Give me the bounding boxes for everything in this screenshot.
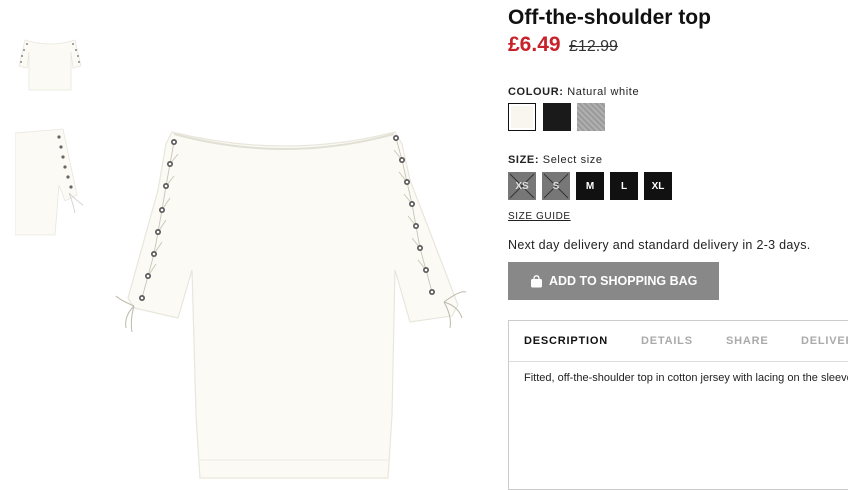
size-guide-link[interactable]: SIZE GUIDE — [508, 211, 571, 222]
thumbnail-image — [15, 128, 84, 236]
tab-delivery[interactable]: DELIVERY — [801, 335, 848, 347]
size-label-row: SIZE: Select size — [508, 154, 603, 166]
colour-label-row: COLOUR: Natural white — [508, 86, 639, 98]
main-product-image[interactable] — [110, 120, 480, 485]
tab-description[interactable]: DESCRIPTION — [524, 335, 608, 347]
size-option-m[interactable]: M — [576, 172, 604, 200]
delivery-info: Next day delivery and standard delivery … — [508, 238, 811, 252]
product-title: Off-the-shoulder top — [508, 6, 711, 29]
colour-swatch-natural-white[interactable] — [508, 103, 536, 131]
sale-price: £6.49 — [508, 33, 561, 56]
size-label: SIZE: — [508, 154, 540, 166]
add-to-bag-label: ADD TO SHOPPING BAG — [549, 274, 698, 288]
shopping-bag-icon — [531, 274, 542, 287]
description-text: Fitted, off-the-shoulder top in cotton j… — [524, 372, 848, 384]
size-option-xl[interactable]: XL — [644, 172, 672, 200]
colour-swatch-grey[interactable] — [577, 103, 605, 131]
tab-details[interactable]: DETAILS — [641, 335, 693, 347]
size-prompt: Select size — [542, 154, 603, 166]
size-option-xs-unavailable[interactable]: XS — [508, 172, 536, 200]
original-price: £12.99 — [569, 38, 618, 55]
thumbnail-image — [18, 39, 82, 91]
colour-swatch-black[interactable] — [543, 103, 571, 131]
product-info-tabs: DESCRIPTION DETAILS SHARE DELIVERY Fitte… — [508, 320, 848, 490]
size-option-s-unavailable[interactable]: S — [542, 172, 570, 200]
tab-divider — [509, 361, 848, 362]
size-option-l[interactable]: L — [610, 172, 638, 200]
add-to-shopping-bag-button[interactable]: ADD TO SHOPPING BAG — [508, 262, 719, 300]
gallery-thumbnail-sleeve-detail[interactable] — [15, 125, 85, 237]
price-row: £6.49 £12.99 — [508, 33, 618, 57]
colour-label: COLOUR: — [508, 86, 564, 98]
selected-colour: Natural white — [567, 86, 640, 98]
tab-share[interactable]: SHARE — [726, 335, 769, 347]
gallery-thumbnail-front[interactable] — [15, 18, 85, 96]
